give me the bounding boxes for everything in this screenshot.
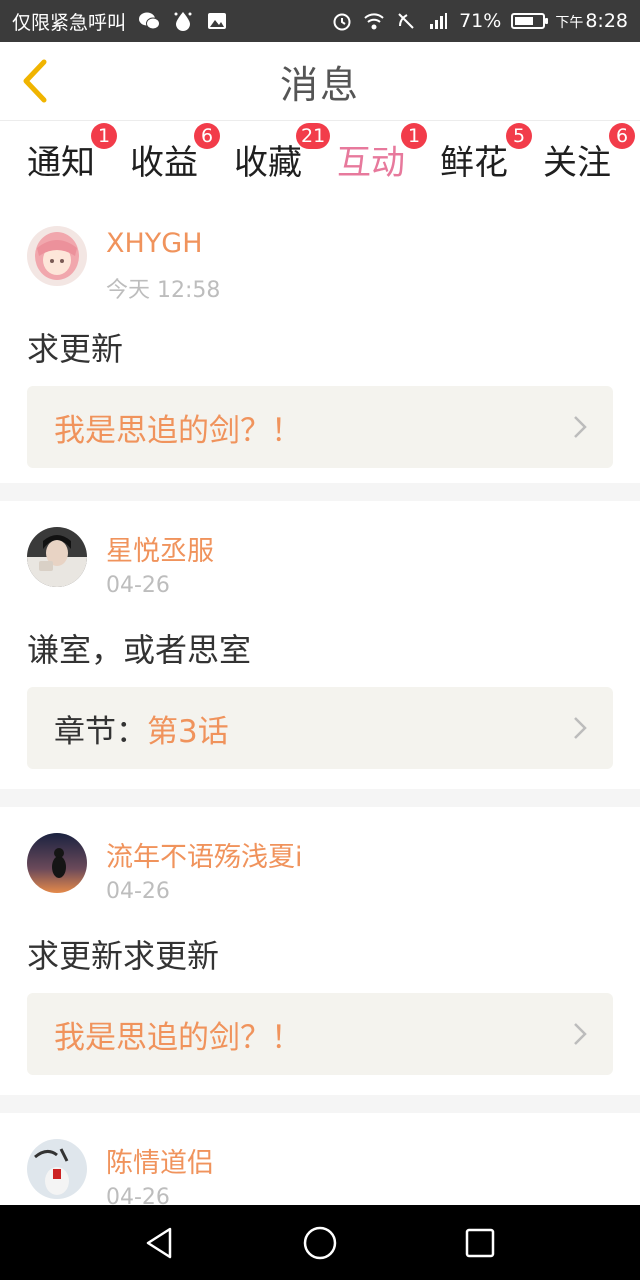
comment-text: 求更新求更新 bbox=[27, 937, 220, 975]
wechat-icon bbox=[138, 10, 161, 32]
reference-link[interactable]: 章节： 第3话 bbox=[27, 687, 613, 769]
list-item: 星悦丞服 04-26 谦室，或者思室 章节： 第3话 bbox=[0, 501, 640, 789]
timestamp: 今天 12:58 bbox=[106, 278, 221, 303]
tab-bar: 通知 1 收益 6 收藏 21 互动 1 鲜花 5 关注 6 bbox=[0, 121, 640, 205]
reference-title: 我是思追的剑？！ bbox=[54, 412, 302, 449]
chevron-right-icon bbox=[574, 416, 587, 438]
chevron-right-icon bbox=[574, 1023, 587, 1045]
home-circle-icon bbox=[303, 1226, 337, 1260]
comment-text: 求更新 bbox=[27, 330, 124, 368]
timestamp: 04-26 bbox=[106, 573, 170, 598]
comment-text: 谦室，或者思室 bbox=[27, 631, 252, 669]
username[interactable]: XHYGH bbox=[106, 228, 203, 259]
alarm-icon bbox=[331, 10, 353, 32]
time: 8:28 bbox=[585, 10, 628, 32]
username[interactable]: 流年不语殇浅夏i bbox=[106, 835, 303, 874]
image-icon bbox=[206, 10, 228, 32]
tab-label: 互动 bbox=[337, 143, 405, 183]
signal-icon bbox=[427, 10, 449, 32]
list-item: 流年不语殇浅夏i 04-26 求更新求更新 我是思追的剑？！ bbox=[0, 807, 640, 1095]
avatar[interactable] bbox=[27, 527, 87, 587]
tab-label: 关注 bbox=[543, 143, 611, 183]
reference-title: 我是思追的剑？！ bbox=[54, 1019, 302, 1056]
wifi-icon bbox=[363, 10, 385, 32]
avatar[interactable] bbox=[27, 226, 87, 286]
status-notice: 仅限紧急呼叫 bbox=[12, 11, 127, 34]
divider bbox=[0, 789, 640, 807]
tab-flowers[interactable]: 鲜花 5 bbox=[440, 123, 532, 184]
tab-badge: 1 bbox=[91, 123, 117, 149]
timestamp: 04-26 bbox=[106, 879, 170, 904]
page-title: 消息 bbox=[279, 63, 360, 107]
back-triangle-icon bbox=[146, 1227, 172, 1259]
chevron-right-icon bbox=[574, 717, 587, 739]
navigation-bar bbox=[0, 1205, 640, 1280]
tab-earnings[interactable]: 收益 6 bbox=[130, 123, 220, 184]
nav-back-button[interactable] bbox=[142, 1225, 178, 1261]
nav-home-button[interactable] bbox=[302, 1225, 338, 1261]
status-bar: 仅限紧急呼叫 71% 下午 8:28 bbox=[0, 0, 640, 42]
reference-title: 第3话 bbox=[147, 713, 229, 750]
tab-favorites[interactable]: 收藏 21 bbox=[234, 123, 331, 184]
tab-badge: 1 bbox=[401, 123, 427, 149]
nav-recents-button[interactable] bbox=[462, 1225, 498, 1261]
recents-square-icon bbox=[465, 1228, 495, 1258]
username[interactable]: 陈情道侣 bbox=[106, 1141, 214, 1180]
battery-icon bbox=[511, 13, 549, 29]
battery-percent: 71% bbox=[459, 10, 502, 32]
reference-link[interactable]: 我是思追的剑？！ bbox=[27, 386, 613, 468]
tab-following[interactable]: 关注 6 bbox=[543, 123, 635, 184]
drop-icon bbox=[172, 10, 194, 32]
tab-label: 通知 bbox=[27, 143, 95, 183]
reference-prefix: 章节： bbox=[54, 713, 147, 750]
tab-label: 收藏 bbox=[234, 143, 302, 183]
username[interactable]: 星悦丞服 bbox=[106, 529, 214, 568]
tab-notifications[interactable]: 通知 1 bbox=[27, 123, 117, 184]
tab-badge: 6 bbox=[194, 123, 220, 149]
tab-badge: 5 bbox=[506, 123, 532, 149]
avatar[interactable] bbox=[27, 1139, 87, 1199]
message-list: XHYGH 今天 12:58 求更新 我是思追的剑？！ 星悦丞服 04-26 谦… bbox=[0, 200, 640, 1233]
tab-interactions[interactable]: 互动 1 bbox=[337, 123, 427, 205]
tab-label: 收益 bbox=[130, 143, 198, 183]
reference-link[interactable]: 我是思追的剑？！ bbox=[27, 993, 613, 1075]
tab-badge: 6 bbox=[609, 123, 635, 149]
tab-label: 鲜花 bbox=[440, 143, 508, 183]
header: 消息 bbox=[0, 42, 640, 121]
no-call-icon bbox=[395, 10, 417, 32]
time-prefix: 下午 bbox=[555, 15, 584, 31]
avatar[interactable] bbox=[27, 833, 87, 893]
divider bbox=[0, 1095, 640, 1113]
clock: 下午 8:28 bbox=[555, 10, 628, 32]
tab-badge: 21 bbox=[296, 123, 331, 149]
divider bbox=[0, 483, 640, 501]
list-item: XHYGH 今天 12:58 求更新 我是思追的剑？！ bbox=[0, 200, 640, 483]
